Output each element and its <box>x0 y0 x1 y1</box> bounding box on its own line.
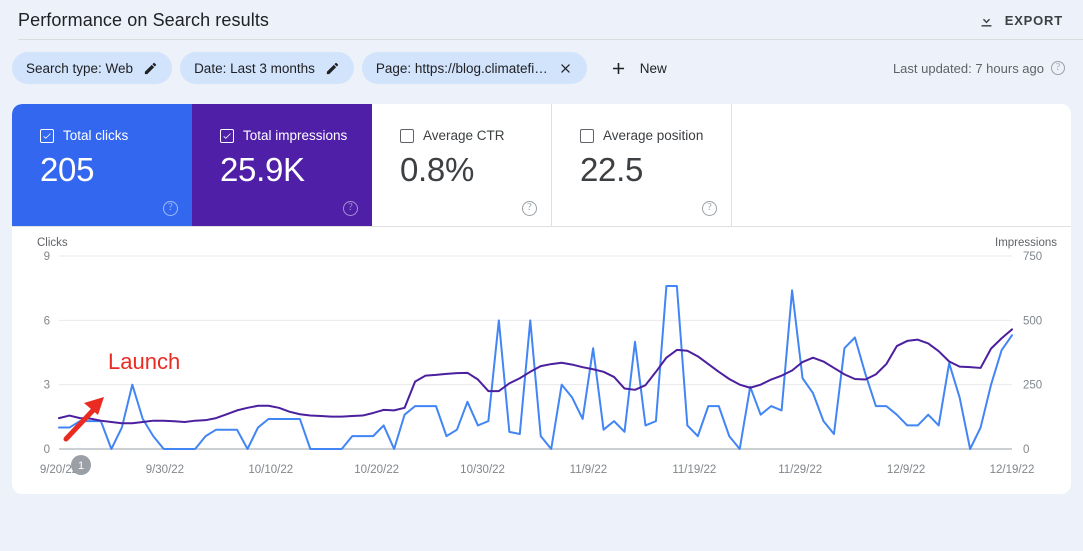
metric-card-total-clicks-head: Total clicks <box>40 128 192 143</box>
metric-cards: Total clicks 205 ? Total impressions 25.… <box>12 104 1071 226</box>
new-filter-label: New <box>639 60 667 76</box>
help-circle-icon[interactable]: ? <box>522 201 537 216</box>
metric-card-average-ctr-head: Average CTR <box>400 128 551 143</box>
header-divider <box>18 39 1083 40</box>
svg-text:3: 3 <box>44 380 50 392</box>
filter-chip-page[interactable]: Page: https://blog.climatefi… <box>361 52 587 84</box>
svg-text:12/9/22: 12/9/22 <box>887 464 925 476</box>
svg-text:250: 250 <box>1023 380 1042 392</box>
svg-text:750: 750 <box>1023 251 1042 263</box>
metric-card-average-ctr-value: 0.8% <box>400 151 475 188</box>
help-circle-icon[interactable]: ? <box>343 201 358 216</box>
svg-text:0: 0 <box>1023 444 1029 456</box>
svg-text:10/10/22: 10/10/22 <box>248 464 293 476</box>
checkbox-checked-icon[interactable] <box>220 128 234 143</box>
metric-card-average-ctr[interactable]: Average CTR 0.8% ? <box>372 104 552 226</box>
export-label: EXPORT <box>1004 12 1063 28</box>
svg-text:12/19/22: 12/19/22 <box>990 464 1035 476</box>
svg-text:10/30/22: 10/30/22 <box>460 464 505 476</box>
checkbox-unchecked-icon[interactable] <box>580 128 594 143</box>
svg-text:0: 0 <box>44 444 50 456</box>
svg-text:11/29/22: 11/29/22 <box>778 464 822 476</box>
last-updated-label: Last updated: 7 hours ago <box>892 60 1044 76</box>
chart-canvas[interactable]: 0 03 2506 5009 7509/20/22 9/30/22 10/10/22 10/2… <box>12 227 1071 494</box>
download-icon <box>978 12 995 29</box>
annotation-arrow <box>63 397 104 442</box>
svg-text:9/30/22: 9/30/22 <box>146 464 184 476</box>
filter-bar: Search type: Web Date: Last 3 months Pag… <box>0 40 1083 96</box>
close-icon[interactable] <box>558 61 573 76</box>
filter-chip-date[interactable]: Date: Last 3 months <box>180 52 354 84</box>
metric-card-average-position-value: 22.5 <box>580 151 644 188</box>
annotation-marker-badge[interactable]: 1 <box>71 455 91 475</box>
help-circle-icon[interactable]: ? <box>163 201 178 216</box>
page-title: Performance on Search results <box>18 9 270 30</box>
performance-panel: Total clicks 205 ? Total impressions 25.… <box>12 104 1071 494</box>
performance-chart: Clicks Impressions 0 0 3 250 6 500 9 750 9/20/22… <box>12 227 1071 494</box>
svg-text:1: 1 <box>78 460 84 472</box>
metric-card-total-impressions[interactable]: Total impressions 25.9K ? <box>192 104 372 226</box>
svg-text:11/19/22: 11/19/22 <box>672 464 716 476</box>
plus-icon <box>609 59 628 78</box>
filter-chip-search-type[interactable]: Search type: Web <box>12 52 173 84</box>
checkbox-checked-icon[interactable] <box>40 128 54 143</box>
new-filter-button[interactable]: New <box>601 52 677 84</box>
svg-text:500: 500 <box>1023 315 1042 327</box>
metric-card-total-clicks[interactable]: Total clicks 205 ? <box>12 104 192 226</box>
export-button[interactable]: EXPORT <box>976 8 1065 33</box>
help-circle-icon[interactable]: ? <box>702 201 717 216</box>
svg-text:11/9/22: 11/9/22 <box>570 464 608 476</box>
metric-card-average-ctr-label: Average CTR <box>423 128 505 143</box>
pencil-icon[interactable] <box>325 61 340 76</box>
filter-chip-date-label: Date: Last 3 months <box>194 60 315 76</box>
metric-card-average-position-head: Average position <box>580 128 731 143</box>
page-header: Performance on Search results EXPORT <box>0 0 1083 40</box>
help-circle-icon[interactable]: ? <box>1051 61 1065 75</box>
pencil-icon[interactable] <box>143 61 158 76</box>
checkbox-unchecked-icon[interactable] <box>400 128 414 143</box>
svg-text:9: 9 <box>44 251 50 263</box>
metric-card-total-impressions-label: Total impressions <box>243 128 348 143</box>
metric-card-average-position-label: Average position <box>603 128 704 143</box>
metric-card-average-position[interactable]: Average position 22.5 ? <box>552 104 732 226</box>
svg-text:10/20/22: 10/20/22 <box>354 464 399 476</box>
metric-card-total-impressions-head: Total impressions <box>220 128 372 143</box>
filter-chip-search-type-label: Search type: Web <box>26 60 134 76</box>
annotation-label: Launch <box>108 349 180 374</box>
filter-chip-page-label: Page: https://blog.climatefi… <box>375 60 548 76</box>
svg-text:6: 6 <box>44 315 50 327</box>
last-updated-status: Last updated: 7 hours ago ? <box>893 61 1065 76</box>
metric-card-total-clicks-value: 205 <box>40 151 95 188</box>
metric-card-total-clicks-label: Total clicks <box>63 128 129 143</box>
metric-card-total-impressions-value: 25.9K <box>220 151 305 188</box>
